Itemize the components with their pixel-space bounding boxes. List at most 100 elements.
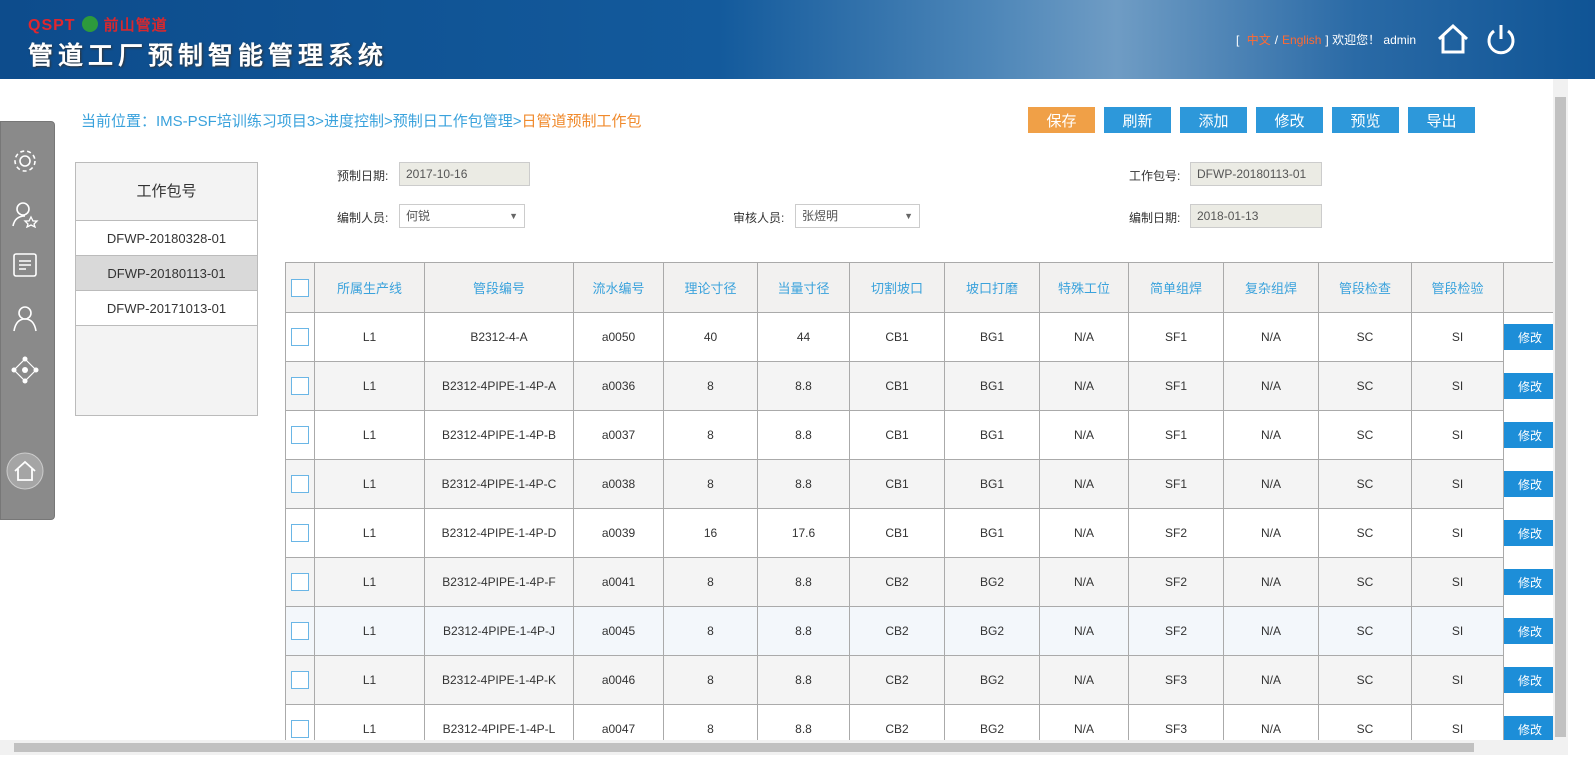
app-header: QSPT 前山管道 管道工厂预制智能管理系统 [ 中文 / English] 欢迎您！… [0,0,1595,79]
lang-cn-link[interactable]: 中文 [1247,33,1271,47]
editor-value: 何锐 [406,209,431,223]
add-button[interactable]: 添加 [1180,107,1247,133]
table-row: L1 B2312-4PIPE-1-4P-B a0037 8 8.8 CB1 BG1 N/A SF… [285,410,1556,460]
table-cell: 8 [663,557,758,607]
edit-button[interactable]: 修改 [1256,107,1323,133]
row-edit-button[interactable]: 修改 [1504,667,1556,693]
document-icon[interactable] [11,251,39,279]
table-cell: N/A [1223,655,1319,705]
table-cell: a0037 [573,410,664,460]
export-button[interactable]: 导出 [1408,107,1475,133]
table-cell: SI [1411,312,1504,362]
row-checkbox[interactable] [291,426,309,444]
bracket: [ [1236,33,1240,47]
network-icon[interactable] [11,356,39,384]
row-edit-button[interactable]: 修改 [1504,324,1556,351]
table-cell: L1 [314,410,425,460]
table-cell: SC [1318,459,1412,509]
table-cell: CB1 [849,361,945,411]
row-edit-button[interactable]: 修改 [1504,618,1556,644]
column-header: 特殊工位 [1039,262,1129,313]
row-edit-button[interactable]: 修改 [1504,471,1556,497]
package-item-selected[interactable]: DFWP-20180113-01 [76,256,257,291]
home-circle-icon[interactable] [6,452,44,490]
table-cell: 8.8 [757,361,850,411]
table-cell: B2312-4PIPE-1-4P-J [424,606,574,656]
horizontal-scrollbar[interactable] [0,740,1568,755]
row-select-cell [285,361,315,411]
table-cell: BG1 [944,508,1040,558]
row-edit-button[interactable]: 修改 [1504,569,1556,595]
table-cell: SC [1318,557,1412,607]
table-cell: 16 [663,508,758,558]
table-cell: CB2 [849,557,945,607]
table-cell: SC [1318,508,1412,558]
refresh-button[interactable]: 刷新 [1104,107,1171,133]
prefab-date-field[interactable]: 2017-10-16 [399,162,530,186]
row-checkbox[interactable] [291,720,309,738]
table-cell: N/A [1223,312,1319,362]
table-cell: N/A [1039,557,1129,607]
table-cell: B2312-4PIPE-1-4P-C [424,459,574,509]
reviewer-select[interactable]: 张煜明 ▼ [795,204,920,228]
edit-date-label: 编制日期: [1129,211,1181,225]
row-edit-button[interactable]: 修改 [1504,373,1556,399]
row-checkbox[interactable] [291,671,309,689]
table-cell: 8.8 [757,410,850,460]
home-icon[interactable] [1436,22,1470,56]
table-cell: SI [1411,508,1504,558]
row-checkbox[interactable] [291,524,309,542]
table-cell: 8.8 [757,606,850,656]
user-icon[interactable] [11,304,39,332]
table-cell: SF1 [1128,361,1224,411]
table-cell: SC [1318,410,1412,460]
row-edit-button[interactable]: 修改 [1504,520,1556,546]
table-cell: 40 [663,312,758,362]
table-cell: BG1 [944,410,1040,460]
table-cell: 8 [663,410,758,460]
package-no-field[interactable]: DFWP-20180113-01 [1190,162,1322,186]
row-checkbox[interactable] [291,328,309,346]
table-cell: SC [1318,361,1412,411]
preview-button[interactable]: 预览 [1332,107,1399,133]
reviewer-value: 张煜明 [802,209,839,223]
column-header: 管段检验 [1411,262,1504,313]
logo-icon [81,16,98,32]
row-checkbox[interactable] [291,377,309,395]
table-cell: B2312-4PIPE-1-4P-B [424,410,574,460]
table-cell: B2312-4PIPE-1-4P-A [424,361,574,411]
table-cell: BG2 [944,606,1040,656]
package-item[interactable]: DFWP-20171013-01 [76,291,257,326]
action-cell: 修改 [1503,312,1556,362]
row-checkbox[interactable] [291,475,309,493]
select-all-checkbox[interactable] [291,278,309,297]
table-cell: CB1 [849,410,945,460]
user-star-icon[interactable] [11,200,39,228]
dropdown-arrow-icon: ▼ [904,211,913,221]
table-cell: B2312-4PIPE-1-4P-F [424,557,574,607]
table-cell: B2312-4-A [424,312,574,362]
power-icon[interactable] [1484,22,1518,56]
settings-icon[interactable] [11,147,39,175]
vertical-scrollbar[interactable] [1553,79,1568,740]
editor-select[interactable]: 何锐 ▼ [399,204,525,228]
edit-date-field[interactable]: 2018-01-13 [1190,204,1322,228]
table-cell: SC [1318,655,1412,705]
save-button[interactable]: 保存 [1028,107,1095,133]
table-cell: N/A [1223,410,1319,460]
editor-label: 编制人员: [337,211,389,225]
row-edit-button[interactable]: 修改 [1504,422,1556,448]
table-cell: N/A [1039,508,1129,558]
row-checkbox[interactable] [291,622,309,640]
row-select-cell [285,508,315,558]
table-cell: SC [1318,312,1412,362]
table-cell: N/A [1223,361,1319,411]
table-cell: a0050 [573,312,664,362]
row-checkbox[interactable] [291,573,309,591]
table-cell: N/A [1039,410,1129,460]
row-edit-button[interactable]: 修改 [1504,716,1556,742]
column-header: 所属生产线 [314,262,425,313]
package-item[interactable]: DFWP-20180328-01 [76,221,257,256]
column-header: 复杂组焊 [1223,262,1319,313]
lang-en-link[interactable]: English [1282,33,1321,47]
